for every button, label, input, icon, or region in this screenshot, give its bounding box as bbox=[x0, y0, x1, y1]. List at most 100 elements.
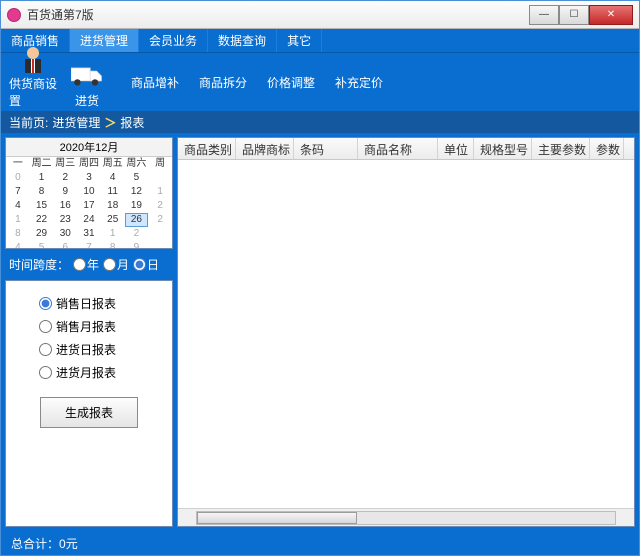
report-sales-daily[interactable]: 销售日报表 bbox=[39, 295, 139, 312]
app-icon bbox=[7, 8, 21, 22]
menu-item-4[interactable]: 其它 bbox=[277, 29, 322, 52]
calendar-day[interactable]: 17 bbox=[77, 199, 101, 213]
calendar-day[interactable] bbox=[148, 171, 172, 185]
calendar-weekday: 周二 bbox=[30, 157, 54, 171]
calendar-day[interactable]: 2 bbox=[125, 227, 149, 241]
calendar-day[interactable] bbox=[148, 241, 172, 249]
toolbar-link-add[interactable]: 商品增补 bbox=[131, 74, 179, 91]
horizontal-scrollbar[interactable] bbox=[178, 508, 634, 526]
calendar-day[interactable]: 4 bbox=[101, 171, 125, 185]
status-total-value: 0元 bbox=[59, 535, 78, 552]
menu-bar: 商品销售进货管理会员业务数据查询其它 bbox=[1, 29, 639, 53]
breadcrumb-label: 当前页: bbox=[9, 114, 48, 131]
calendar-day[interactable]: 16 bbox=[53, 199, 77, 213]
calendar-grid: 一周二周三周四周五周六周0123457891011121415161718192… bbox=[6, 157, 172, 249]
calendar-day[interactable]: 9 bbox=[53, 185, 77, 199]
grid-column-header[interactable]: 条码 bbox=[294, 138, 358, 159]
calendar-day[interactable]: 29 bbox=[30, 227, 54, 241]
menu-item-3[interactable]: 数据查询 bbox=[208, 29, 277, 52]
toolbar-link-extra[interactable]: 补充定价 bbox=[335, 74, 383, 91]
calendar-title: 2020年12月 bbox=[6, 138, 172, 157]
calendar-day[interactable]: 11 bbox=[101, 185, 125, 199]
calendar-day[interactable]: 24 bbox=[77, 213, 101, 227]
timespan-month[interactable]: 月 bbox=[103, 256, 129, 273]
close-button[interactable]: ✕ bbox=[589, 5, 633, 25]
grid-column-header[interactable]: 品牌商标 bbox=[236, 138, 294, 159]
generate-report-button[interactable]: 生成报表 bbox=[40, 397, 138, 428]
calendar-day[interactable]: 2 bbox=[53, 171, 77, 185]
status-total-label: 总合计： bbox=[11, 535, 59, 552]
report-stockin-monthly[interactable]: 进货月报表 bbox=[39, 364, 139, 381]
scroll-track[interactable] bbox=[196, 511, 616, 525]
grid-column-header[interactable]: 单位 bbox=[438, 138, 474, 159]
report-stockin-daily[interactable]: 进货日报表 bbox=[39, 341, 139, 358]
toolbar: 供货商设置 进货 商品增补 商品拆分 价格调整 补充定价 bbox=[1, 53, 639, 111]
menu-item-2[interactable]: 会员业务 bbox=[139, 29, 208, 52]
breadcrumb: 当前页: 进货管理 ＞ 报表 bbox=[1, 111, 639, 133]
calendar-day[interactable]: 5 bbox=[30, 241, 54, 249]
calendar-weekday: 周 bbox=[148, 157, 172, 171]
calendar[interactable]: 2020年12月 一周二周三周四周五周六周0123457891011121415… bbox=[5, 137, 173, 249]
calendar-weekday: 一 bbox=[6, 157, 30, 171]
calendar-weekday: 周三 bbox=[53, 157, 77, 171]
calendar-day[interactable]: 1 bbox=[148, 185, 172, 199]
calendar-day[interactable]: 8 bbox=[101, 241, 125, 249]
grid-column-header[interactable]: 主要参数 bbox=[532, 138, 590, 159]
grid-column-header[interactable]: 规格型号 bbox=[474, 138, 532, 159]
menu-item-1[interactable]: 进货管理 bbox=[70, 29, 139, 52]
supplier-settings-button[interactable]: 供货商设置 bbox=[9, 55, 57, 109]
timespan-day[interactable]: 日 bbox=[133, 256, 159, 273]
scroll-thumb[interactable] bbox=[197, 512, 357, 524]
timespan-year[interactable]: 年 bbox=[73, 256, 99, 273]
left-panel: 2020年12月 一周二周三周四周五周六周0123457891011121415… bbox=[5, 137, 173, 527]
breadcrumb-sep: ＞ bbox=[104, 114, 116, 131]
calendar-day[interactable]: 15 bbox=[30, 199, 54, 213]
calendar-day[interactable]: 2 bbox=[148, 213, 172, 227]
truck-icon bbox=[71, 60, 103, 92]
grid-column-header[interactable]: 商品名称 bbox=[358, 138, 438, 159]
calendar-day[interactable]: 4 bbox=[6, 199, 30, 213]
calendar-day[interactable]: 7 bbox=[6, 185, 30, 199]
stock-in-button[interactable]: 进货 bbox=[63, 55, 111, 109]
calendar-day[interactable]: 26 bbox=[125, 213, 149, 227]
maximize-button[interactable]: ☐ bbox=[559, 5, 589, 25]
report-sales-monthly[interactable]: 销售月报表 bbox=[39, 318, 139, 335]
calendar-day[interactable]: 1 bbox=[6, 213, 30, 227]
grid-header: 商品类别品牌商标条码商品名称单位规格型号主要参数参数 bbox=[178, 138, 634, 160]
calendar-day[interactable]: 8 bbox=[30, 185, 54, 199]
content-area: 2020年12月 一周二周三周四周五周六周0123457891011121415… bbox=[1, 133, 639, 531]
calendar-day[interactable]: 3 bbox=[77, 171, 101, 185]
toolbar-link-price[interactable]: 价格调整 bbox=[267, 74, 315, 91]
calendar-day[interactable]: 9 bbox=[125, 241, 149, 249]
minimize-button[interactable]: — bbox=[529, 5, 559, 25]
grid-column-header[interactable]: 参数 bbox=[590, 138, 624, 159]
calendar-day[interactable]: 0 bbox=[6, 171, 30, 185]
app-window: 百货通第7版 — ☐ ✕ 商品销售进货管理会员业务数据查询其它 供货商设置 进货… bbox=[0, 0, 640, 556]
calendar-weekday: 周六 bbox=[125, 157, 149, 171]
calendar-day[interactable]: 8 bbox=[6, 227, 30, 241]
supplier-icon bbox=[17, 45, 49, 75]
calendar-day[interactable]: 4 bbox=[6, 241, 30, 249]
calendar-day[interactable]: 23 bbox=[53, 213, 77, 227]
title-bar: 百货通第7版 — ☐ ✕ bbox=[1, 1, 639, 29]
breadcrumb-path1: 进货管理 bbox=[52, 114, 100, 131]
calendar-day[interactable]: 6 bbox=[53, 241, 77, 249]
grid-column-header[interactable]: 商品类别 bbox=[178, 138, 236, 159]
calendar-day[interactable]: 1 bbox=[30, 171, 54, 185]
calendar-day[interactable]: 7 bbox=[77, 241, 101, 249]
calendar-day[interactable]: 18 bbox=[101, 199, 125, 213]
calendar-day[interactable]: 31 bbox=[77, 227, 101, 241]
grid-body[interactable] bbox=[178, 160, 634, 508]
calendar-day[interactable]: 10 bbox=[77, 185, 101, 199]
calendar-day[interactable]: 1 bbox=[101, 227, 125, 241]
status-bar: 总合计： 0元 bbox=[1, 531, 639, 555]
calendar-day[interactable]: 5 bbox=[125, 171, 149, 185]
calendar-day[interactable]: 12 bbox=[125, 185, 149, 199]
calendar-day[interactable]: 25 bbox=[101, 213, 125, 227]
calendar-day[interactable]: 30 bbox=[53, 227, 77, 241]
toolbar-link-split[interactable]: 商品拆分 bbox=[199, 74, 247, 91]
calendar-day[interactable]: 19 bbox=[125, 199, 149, 213]
calendar-day[interactable] bbox=[148, 227, 172, 241]
calendar-day[interactable]: 2 bbox=[148, 199, 172, 213]
calendar-day[interactable]: 22 bbox=[30, 213, 54, 227]
